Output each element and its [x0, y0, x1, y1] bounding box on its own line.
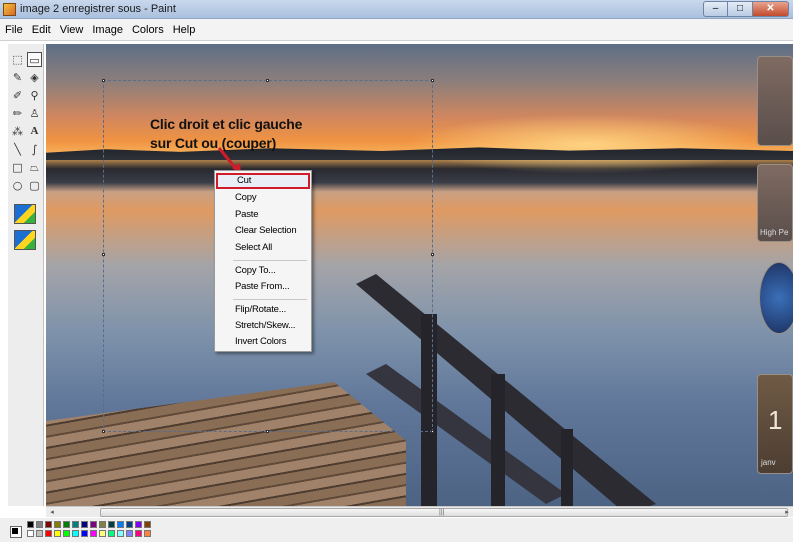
selection-handle[interactable]	[102, 79, 105, 82]
color-picker-icon[interactable]: ✐	[10, 88, 25, 103]
fill-icon[interactable]: ◈	[27, 70, 42, 85]
paint-app-icon	[3, 3, 16, 16]
polygon-icon[interactable]: ⏢	[27, 160, 42, 175]
close-button[interactable]: ✕	[753, 1, 789, 17]
color-swatch[interactable]	[108, 521, 115, 528]
color-swatch[interactable]	[45, 530, 52, 537]
menu-item-stretch-skew[interactable]: Stretch/Skew...	[216, 318, 310, 334]
desktop-gadget-weather: High Pe	[757, 164, 793, 242]
desktop-gadget-clock	[759, 262, 793, 334]
color-swatch[interactable]	[90, 521, 97, 528]
toolbox: ⬚ ▭ ✎ ◈ ✐ ⚲ ✏ ♙ ⁂ A ╲ ∫ □ ⏢ ○ ▢	[8, 44, 44, 506]
menu-item-clear-selection[interactable]: Clear Selection	[216, 223, 310, 239]
window-controls: – □ ✕	[703, 1, 789, 17]
selection-handle[interactable]	[102, 253, 105, 256]
scroll-grip-icon: |||	[439, 509, 445, 516]
menu-image[interactable]: Image	[91, 23, 124, 37]
rectangle-icon[interactable]: □	[10, 160, 25, 175]
color-swatch[interactable]	[126, 530, 133, 537]
menu-item-cut[interactable]: Cut	[216, 173, 310, 189]
color-swatch[interactable]	[63, 530, 70, 537]
magnifier-icon[interactable]: ⚲	[27, 88, 42, 103]
calendar-month: janv	[761, 458, 776, 467]
color-swatch[interactable]	[54, 521, 61, 528]
color-swatch[interactable]	[90, 530, 97, 537]
color-swatch[interactable]	[27, 521, 34, 528]
horizontal-scrollbar[interactable]: ◂ ||| ▸	[46, 506, 793, 517]
menu-edit[interactable]: Edit	[31, 23, 52, 37]
menu-item-invert-colors[interactable]: Invert Colors	[216, 334, 310, 350]
color-palette	[0, 518, 793, 542]
color-swatch[interactable]	[99, 521, 106, 528]
rounded-rect-icon[interactable]: ▢	[27, 178, 42, 193]
pencil-icon[interactable]: ✏	[10, 106, 25, 121]
menu-separator	[233, 299, 307, 300]
color-swatch[interactable]	[27, 530, 34, 537]
color-swatch[interactable]	[72, 521, 79, 528]
color-swatch[interactable]	[36, 521, 43, 528]
menu-bar: File Edit View Image Colors Help	[0, 19, 793, 41]
scroll-right-icon[interactable]: ▸	[782, 508, 792, 517]
menu-item-select-all[interactable]: Select All	[216, 240, 310, 256]
foreground-color[interactable]	[12, 528, 18, 534]
weather-gadget-label: High Pe	[760, 228, 789, 237]
color-swatch[interactable]	[36, 530, 43, 537]
scroll-thumb[interactable]: |||	[100, 508, 788, 517]
line-icon[interactable]: ╲	[10, 142, 25, 157]
selection-handle[interactable]	[431, 253, 434, 256]
color-swatch[interactable]	[63, 521, 70, 528]
color-swatch[interactable]	[144, 530, 151, 537]
selection-mode-opaque-icon[interactable]	[14, 204, 36, 224]
selection-handle[interactable]	[431, 430, 434, 433]
color-swatch[interactable]	[135, 521, 142, 528]
color-swatch[interactable]	[81, 530, 88, 537]
menu-help[interactable]: Help	[172, 23, 197, 37]
airbrush-icon[interactable]: ⁂	[10, 124, 25, 139]
desktop-gadget-meter	[757, 56, 793, 146]
current-colors[interactable]	[10, 526, 22, 538]
brush-icon[interactable]: ♙	[27, 106, 42, 121]
calendar-day: 1	[768, 405, 783, 435]
window-title: image 2 enregistrer sous - Paint	[20, 3, 176, 15]
selection-handle[interactable]	[431, 79, 434, 82]
color-swatch[interactable]	[99, 530, 106, 537]
desktop-gadget-calendar: 1 janv	[757, 374, 793, 474]
selection-handle[interactable]	[266, 79, 269, 82]
menu-separator	[233, 260, 307, 261]
menu-item-copy[interactable]: Copy	[216, 190, 310, 206]
color-swatch[interactable]	[108, 530, 115, 537]
menu-item-paste[interactable]: Paste	[216, 207, 310, 223]
free-select-icon[interactable]: ⬚	[10, 52, 25, 67]
menu-item-copy-to[interactable]: Copy To...	[216, 263, 310, 279]
selection-mode-transparent-icon[interactable]	[14, 230, 36, 250]
context-menu: Cut Copy Paste Clear Selection Select Al…	[214, 170, 312, 352]
sunset-glow	[406, 114, 766, 174]
color-swatch[interactable]	[72, 530, 79, 537]
menu-file[interactable]: File	[4, 23, 24, 37]
curve-icon[interactable]: ∫	[27, 142, 42, 157]
eraser-icon[interactable]: ✎	[10, 70, 25, 85]
scroll-left-icon[interactable]: ◂	[47, 508, 57, 517]
menu-view[interactable]: View	[59, 23, 85, 37]
color-swatch[interactable]	[117, 521, 124, 528]
color-swatch[interactable]	[135, 530, 142, 537]
selection-handle[interactable]	[102, 430, 105, 433]
menu-colors[interactable]: Colors	[131, 23, 165, 37]
annotation-line-1: Clic droit et clic gauche	[150, 116, 303, 132]
maximize-button[interactable]: □	[728, 1, 753, 17]
title-bar: image 2 enregistrer sous - Paint – □ ✕	[0, 0, 793, 19]
selection-handle[interactable]	[266, 430, 269, 433]
rect-select-icon[interactable]: ▭	[27, 52, 42, 67]
color-swatch[interactable]	[126, 521, 133, 528]
color-swatch[interactable]	[54, 530, 61, 537]
text-icon[interactable]: A	[27, 124, 42, 139]
color-swatch[interactable]	[144, 521, 151, 528]
color-swatch[interactable]	[117, 530, 124, 537]
ellipse-icon[interactable]: ○	[10, 178, 25, 193]
color-swatch[interactable]	[81, 521, 88, 528]
menu-item-paste-from[interactable]: Paste From...	[216, 279, 310, 295]
color-swatch[interactable]	[45, 521, 52, 528]
menu-item-flip-rotate[interactable]: Flip/Rotate...	[216, 302, 310, 318]
minimize-button[interactable]: –	[703, 1, 728, 17]
